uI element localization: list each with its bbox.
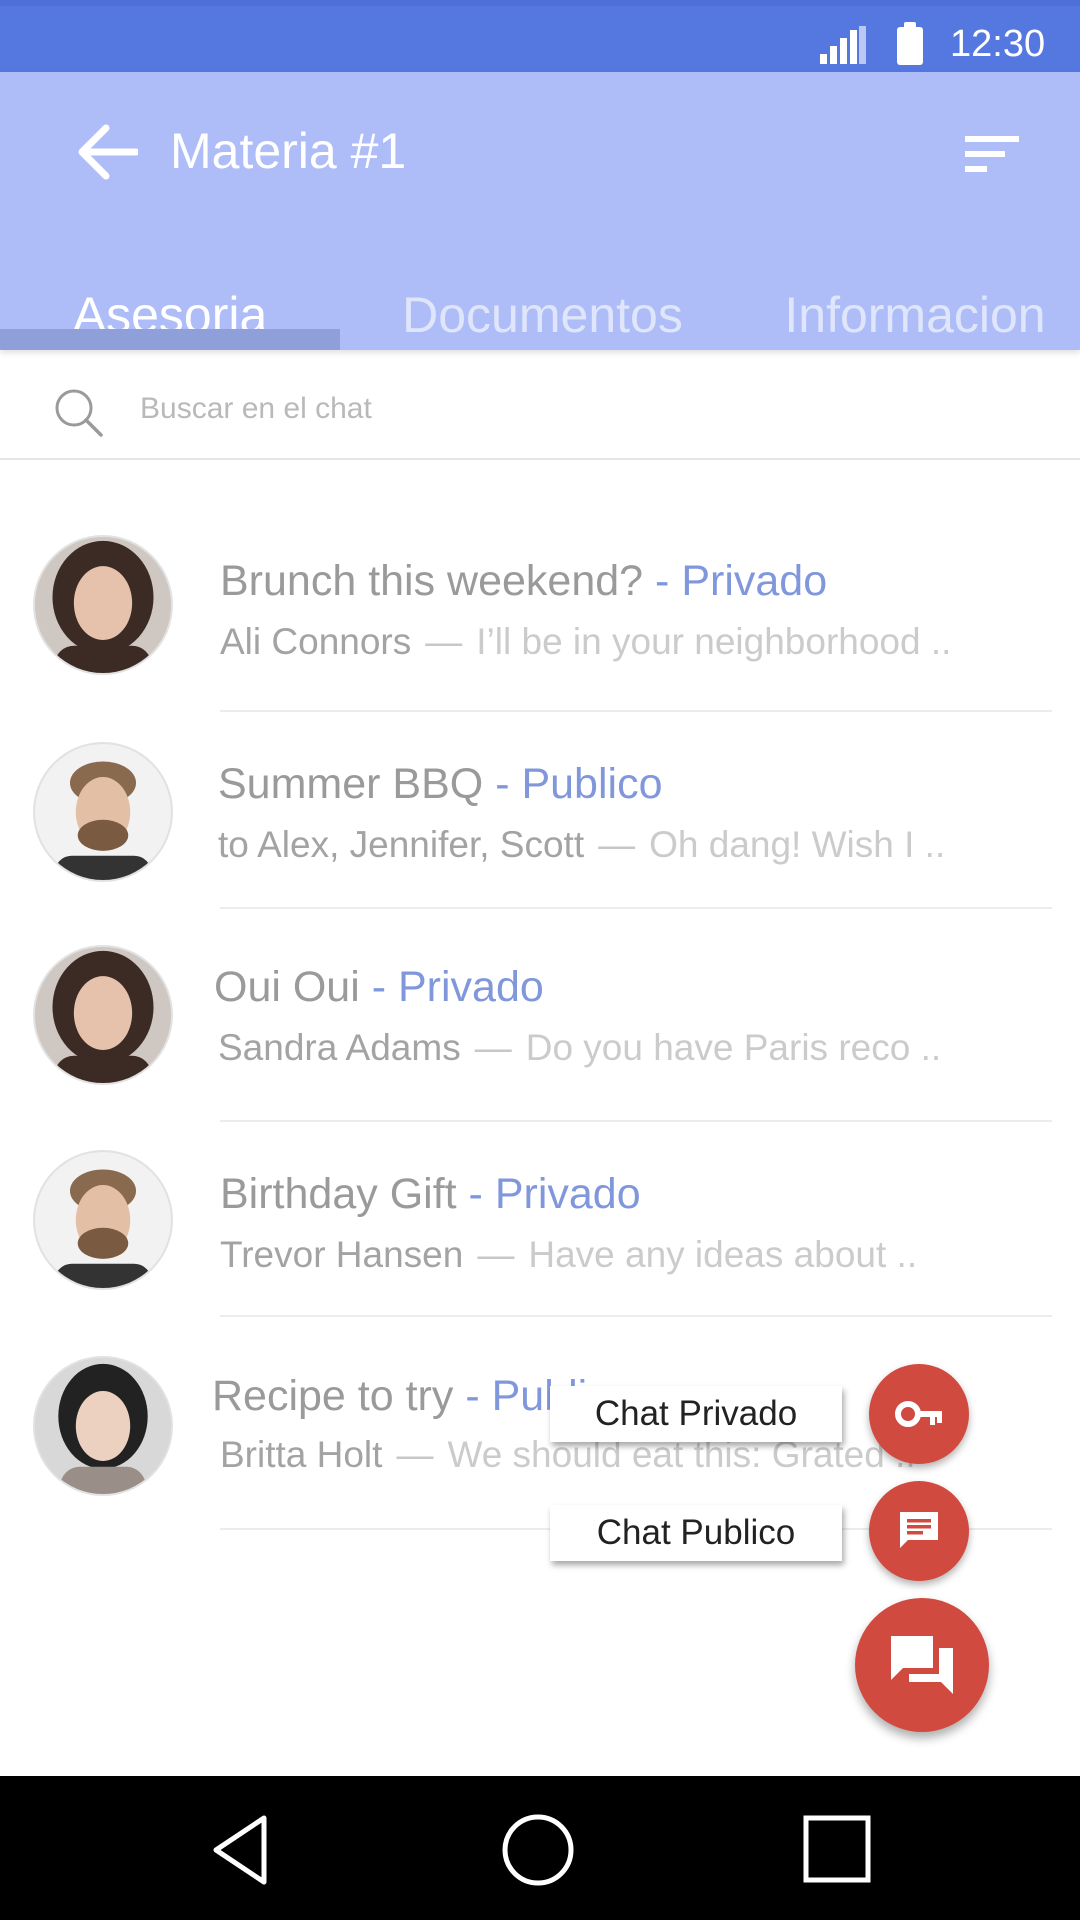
battery-icon	[897, 22, 923, 65]
divider	[220, 907, 1052, 909]
chat-type: - Privado	[371, 963, 544, 1011]
divider	[220, 1120, 1052, 1122]
key-icon	[895, 1401, 942, 1427]
divider	[220, 1315, 1052, 1317]
nav-back-icon[interactable]	[204, 1812, 280, 1888]
chat-line: Sandra Adams — Do you have Paris reco ..	[218, 1027, 941, 1069]
chat-subject: Oui Oui - Privado	[214, 963, 544, 1012]
chat-subject-text: Birthday Gift	[220, 1170, 457, 1218]
separator: —	[598, 824, 636, 865]
chat-subject: Brunch this weekend? - Privado	[220, 557, 827, 606]
chat-list-item[interactable]: Summer BBQ - Publico to Alex, Jennifer, …	[0, 742, 1080, 912]
app-bar: Materia #1 Asesoria Documentos Informaci…	[0, 72, 1080, 350]
chat-subject-text: Summer BBQ	[218, 760, 484, 808]
avatar	[33, 945, 173, 1085]
nav-home-icon[interactable]	[500, 1812, 576, 1888]
chat-list-item[interactable]: Oui Oui - Privado Sandra Adams — Do you ha…	[0, 945, 1080, 1123]
signal-icon	[820, 26, 866, 64]
active-tab-indicator	[0, 329, 340, 350]
chat-sender: to Alex, Jennifer, Scott	[218, 824, 585, 865]
chat-type: - Privado	[468, 1170, 641, 1218]
arrow-back-icon[interactable]	[78, 124, 138, 180]
chat-privado-button[interactable]	[869, 1364, 969, 1464]
sort-icon[interactable]	[965, 134, 1019, 174]
chat-subject-text: Recipe to try	[212, 1372, 454, 1420]
search-bar	[0, 350, 1080, 460]
chat-preview: I’ll be in your neighborhood ..	[476, 621, 952, 662]
status-time: 12:30	[950, 23, 1046, 65]
chat-preview: Have any ideas about ..	[528, 1234, 918, 1275]
separator: —	[474, 1027, 512, 1068]
message-icon	[900, 1512, 938, 1548]
chat-sender: Ali Connors	[220, 621, 412, 662]
separator: —	[396, 1434, 434, 1475]
system-nav-bar	[0, 1776, 1080, 1920]
chat-type: - Publico	[495, 760, 663, 808]
separator: —	[425, 621, 463, 662]
avatar	[33, 1150, 173, 1290]
tab-informacion[interactable]: Informacion	[760, 260, 1070, 350]
divider	[220, 710, 1052, 712]
chat-subject-text: Oui Oui	[214, 963, 360, 1011]
tab-documentos[interactable]: Documentos	[370, 260, 715, 350]
chat-list-item[interactable]: Brunch this weekend? - Privado Ali Conno…	[0, 535, 1080, 713]
chat-subject: Summer BBQ - Publico	[218, 760, 662, 809]
separator: —	[477, 1234, 515, 1275]
avatar	[33, 535, 173, 675]
avatar	[33, 1356, 173, 1496]
search-icon	[55, 389, 103, 437]
nav-recents-icon[interactable]	[800, 1812, 876, 1888]
chat-privado-label[interactable]: Chat Privado	[550, 1386, 842, 1442]
avatar	[33, 742, 173, 882]
chat-sender: Sandra Adams	[218, 1027, 461, 1068]
chat-subject: Birthday Gift - Privado	[220, 1170, 641, 1219]
chat-type: - Privado	[655, 557, 828, 605]
chat-sender: Trevor Hansen	[220, 1234, 464, 1275]
chat-line: Trevor Hansen — Have any ideas about ..	[220, 1234, 917, 1276]
status-bar: 12:30	[0, 0, 1080, 72]
chat-list-item[interactable]: Birthday Gift - Privado Trevor Hansen — Ha…	[0, 1150, 1080, 1320]
chat-subject-text: Brunch this weekend?	[220, 557, 644, 605]
chat-preview: Do you have Paris reco ..	[525, 1027, 942, 1068]
chat-line: Ali Connors — I’ll be in your neighborhood…	[220, 621, 951, 663]
chat-sender: Britta Holt	[220, 1434, 383, 1475]
search-input[interactable]	[138, 378, 942, 440]
chat-publico-button[interactable]	[869, 1481, 969, 1581]
chat-publico-label[interactable]: Chat Publico	[550, 1505, 842, 1561]
forum-icon	[891, 1636, 953, 1694]
chat-line: to Alex, Jennifer, Scott — Oh dang! Wish I…	[218, 824, 945, 866]
chat-preview: Oh dang! Wish I ..	[649, 824, 946, 865]
page-title: Materia #1	[170, 123, 407, 179]
new-chat-fab[interactable]	[855, 1598, 989, 1732]
